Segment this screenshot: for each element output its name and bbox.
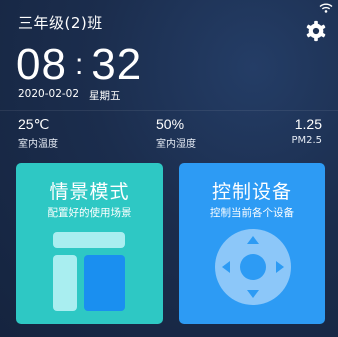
wifi-icon: [319, 3, 333, 13]
divider: [0, 110, 338, 111]
clock: 08 : 32: [16, 42, 142, 88]
device-control-card[interactable]: 控制设备 控制当前各个设备: [179, 163, 325, 324]
pm25-label: PM2.5: [291, 135, 322, 146]
weekday-text: 星期五: [89, 90, 121, 102]
class-name-title: 三年级(2)班: [18, 14, 103, 32]
temperature-value: 25℃: [18, 116, 50, 132]
date-text: 2020-02-02: [18, 88, 80, 100]
temperature-label: 室内温度: [18, 139, 58, 150]
scene-layout-icon: [53, 232, 125, 311]
clock-separator: :: [74, 48, 84, 81]
humidity-value: 50%: [156, 116, 185, 132]
device-control-title: 控制设备: [211, 181, 292, 203]
scene-mode-title: 情景模式: [49, 181, 130, 203]
device-control-subtitle: 控制当前各个设备: [210, 207, 294, 219]
remote-control-icon: [215, 229, 291, 305]
scene-mode-subtitle: 配置好的使用场景: [47, 207, 132, 219]
pm25-value: 1.25: [294, 116, 322, 132]
scene-mode-card[interactable]: 情景模式 配置好的使用场景: [16, 163, 163, 324]
clock-minute: 32: [91, 40, 143, 89]
humidity-label: 室内湿度: [156, 139, 196, 150]
gear-icon[interactable]: [305, 20, 327, 42]
clock-hour: 08: [16, 40, 67, 89]
